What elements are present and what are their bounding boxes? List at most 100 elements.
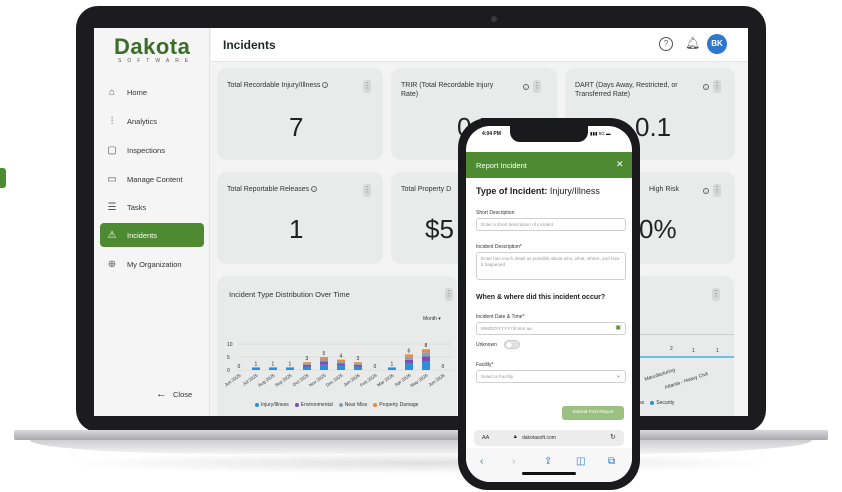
legend-dot — [255, 403, 259, 407]
bar-value-label: 1 — [272, 361, 275, 367]
globe-icon: ⊕ — [107, 258, 117, 270]
incident-description-label: Incident Description* — [476, 244, 522, 250]
sidebar-item-label: Incidents — [127, 230, 158, 240]
chart-bar-segment — [303, 363, 311, 365]
close-icon[interactable]: ✕ — [616, 159, 624, 170]
sidebar-item-manage-content[interactable]: ▭ Manage Content — [100, 167, 204, 191]
submit-first-report-button[interactable]: Submit First Report — [562, 406, 624, 420]
more-options-icon[interactable]: ⋮ — [363, 184, 371, 197]
analytics-icon: ⫶ — [110, 115, 114, 127]
bar-value-label: 4 — [340, 354, 343, 360]
facility-select[interactable]: Select a Facility ⌄ — [476, 370, 626, 383]
laptop-base — [14, 430, 828, 440]
sidebar-item-inspections[interactable]: ▢ Inspections — [100, 138, 204, 162]
incident-description-input[interactable]: Enter has much detail as possible about … — [476, 252, 626, 280]
card-title: Total Reportable Releases i — [227, 186, 318, 195]
home-indicator — [522, 472, 576, 475]
info-icon[interactable]: i — [703, 84, 709, 90]
sidebar-item-home[interactable]: ⌂ Home — [100, 80, 204, 104]
sidebar-item-tasks[interactable]: ☰ Tasks — [100, 195, 204, 219]
legend-label: Near Miss — [344, 402, 368, 408]
url-text: dakotasoft.com — [522, 435, 556, 441]
date-input[interactable]: MM/DD/YYYY hh:mm aa ▣ — [476, 322, 626, 335]
bar-value-label: 1 — [391, 361, 394, 367]
avatar[interactable]: BK — [707, 34, 727, 54]
x-tick-label: Dec 2025 — [325, 372, 344, 387]
chart-bar-segment — [388, 367, 396, 370]
more-options-icon[interactable]: ⋮ — [363, 80, 371, 93]
axis-label: Manufacturing — [643, 367, 676, 383]
chart-bar-segment — [303, 366, 311, 370]
bookmarks-icon[interactable]: ◫ — [576, 456, 585, 467]
lock-icon: 🔒︎ — [514, 434, 517, 440]
sidebar-item-my-organization[interactable]: ⊕ My Organization — [100, 252, 204, 276]
card-value: 0.1 — [635, 112, 672, 142]
bar-value: 1 — [716, 348, 719, 354]
logo: Dakota — [114, 34, 191, 59]
bar-value-label: 1 — [289, 361, 292, 367]
unknown-toggle[interactable] — [504, 340, 520, 349]
more-options-icon[interactable]: ⋮ — [712, 288, 720, 301]
share-icon[interactable]: ⇪ — [544, 456, 552, 467]
info-icon[interactable]: i — [703, 188, 709, 194]
more-options-icon[interactable]: ⋮ — [713, 184, 721, 197]
arrow-left-icon: ← — [156, 388, 167, 400]
short-description-input[interactable]: Enter a short description of incident — [476, 218, 626, 231]
sidebar-item-incidents[interactable]: ⚠ Incidents — [100, 223, 204, 247]
chart-bar-segment — [422, 361, 430, 370]
chart-bar-segment — [354, 363, 362, 365]
chart-bar-segment — [303, 362, 311, 364]
x-tick-label: Sep 2025 — [274, 372, 293, 387]
phone-screen: 4:04 PM ▮▮▮ 5G ▬ Report Incident ✕ Type … — [466, 126, 632, 482]
chart-bar-segment — [422, 349, 430, 353]
more-options-icon[interactable]: ⋮ — [713, 80, 721, 93]
url-bar[interactable]: AA 🔒︎ dakotasoft.com ↻ — [474, 430, 624, 446]
bar-value: 1 — [692, 348, 695, 354]
chart-bar-segment — [422, 352, 430, 357]
chart-bar-segment — [252, 367, 260, 370]
legend-dot — [338, 403, 343, 407]
laptop-base-lip — [30, 440, 812, 454]
date-label: Incident Date & Time* — [476, 314, 525, 320]
back-icon[interactable]: ‹ — [480, 456, 483, 467]
x-tick-label: Feb 2026 — [359, 372, 378, 387]
legend-label: Security — [656, 400, 675, 406]
info-icon[interactable]: i — [322, 82, 329, 89]
chart-bar-segment — [405, 363, 413, 370]
legend-dot — [373, 403, 378, 407]
bar-value: 2 — [670, 346, 673, 352]
close-sidebar-button[interactable]: ← Close — [156, 388, 192, 400]
sidebar-item-analytics[interactable]: ⫶ Analytics — [100, 109, 204, 133]
bar-value-label: 3 — [306, 356, 309, 362]
help-icon[interactable]: ? — [659, 37, 673, 51]
legend-label: Environmental — [300, 402, 333, 408]
tabs-icon[interactable]: ⧉ — [608, 456, 615, 467]
forward-icon[interactable]: › — [512, 456, 515, 467]
sidebar-item-label: Manage Content — [127, 174, 183, 184]
info-icon[interactable]: i — [311, 186, 318, 193]
text-size-button[interactable]: AA — [482, 435, 489, 441]
sidebar-item-label: Inspections — [127, 145, 165, 155]
reload-icon[interactable]: ↻ — [610, 433, 616, 441]
chart-bar-segment — [337, 363, 345, 366]
more-options-icon[interactable]: ⋮ — [533, 80, 541, 93]
chart-title: Incident Type Distribution Over Time — [229, 290, 350, 299]
card-title: TRIR (Total Recordable Injury Rate) — [401, 82, 494, 98]
x-tick-label: Jan 2026 — [343, 372, 361, 387]
folder-icon: ▭ — [107, 173, 117, 185]
warning-icon: ⚠ — [107, 229, 117, 241]
period-select[interactable]: Month ▾ — [423, 316, 441, 322]
bar-value-label: 0 — [442, 364, 445, 370]
incident-distribution-chart-card: Incident Type Distribution Over Time ⋮ M… — [217, 276, 457, 416]
status-time: 4:04 PM — [482, 131, 501, 137]
info-icon[interactable]: i — [523, 84, 529, 90]
bell-icon[interactable]: 🔔︎ — [685, 36, 700, 50]
bar-value-label: 8 — [425, 343, 428, 349]
more-options-icon[interactable]: ⋮ — [445, 288, 453, 301]
chart-legend: Miss Security — [634, 400, 674, 406]
inspections-icon: ▢ — [107, 144, 117, 156]
tasks-icon: ☰ — [107, 201, 117, 213]
sidebar-item-label: Analytics — [127, 116, 158, 126]
card-value: $5 — [425, 214, 454, 244]
page-title: Incidents — [223, 38, 276, 52]
